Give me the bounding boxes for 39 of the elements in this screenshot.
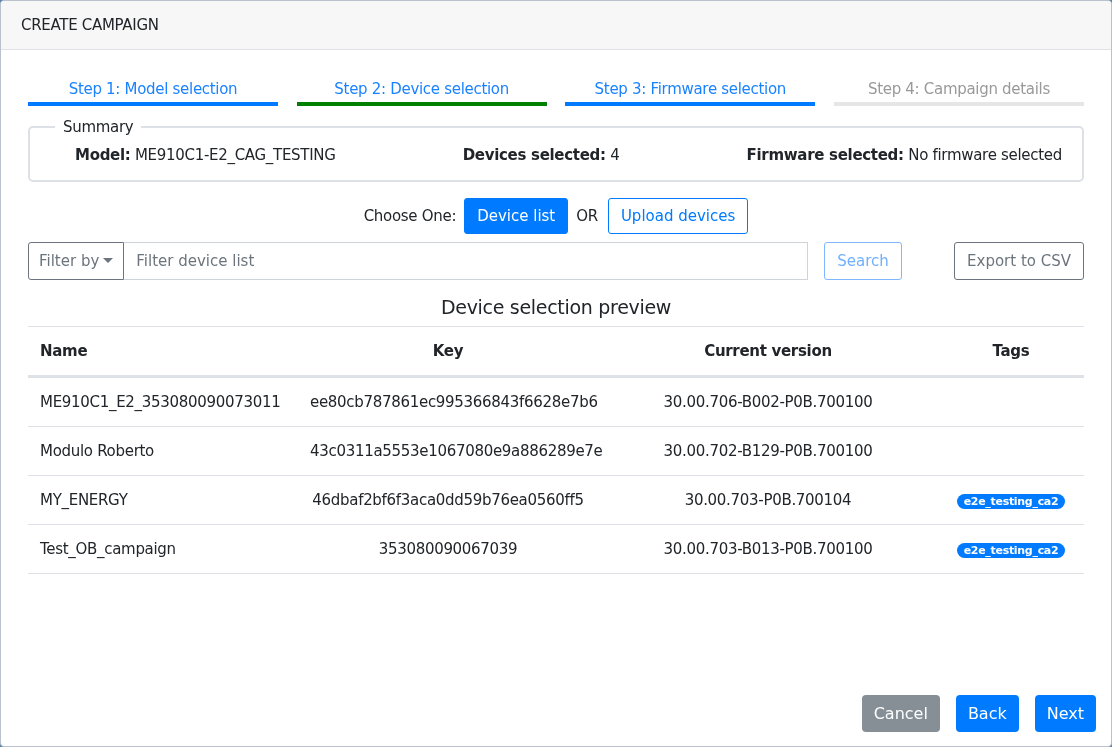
- step-tab[interactable]: Step 1: Model selection: [28, 80, 278, 106]
- device-list-button[interactable]: Device list: [464, 198, 569, 234]
- search-button[interactable]: Search: [824, 242, 902, 280]
- table-cell-text: 30.00.703-B013-P0B.700100: [662, 540, 874, 558]
- step-tab[interactable]: Step 3: Firmware selection: [565, 80, 816, 106]
- table-cell-text: 353080090067039: [377, 540, 519, 558]
- column-header: Key: [431, 342, 465, 360]
- footer-button[interactable]: Cancel: [861, 695, 940, 732]
- table-cell-text: 30.00.703-P0B.700104: [683, 491, 853, 509]
- tag-badge: e2e_testing_ca2: [956, 494, 1066, 509]
- summary-item: Model: ME910C1-E2_CAG_TESTING: [75, 146, 336, 164]
- table-cell-text: Test_OB_campaign: [39, 540, 177, 558]
- table-cell-text: MY_ENERGY: [39, 491, 129, 509]
- table-cell-text: ME910C1_E2_353080090073011: [39, 393, 282, 411]
- summary-legend: Summary: [55, 118, 142, 136]
- table-cell-text: 46dbaf2bf6f3aca0dd59b76ea0560ff5: [311, 491, 585, 509]
- table-cell-text: ee80cb787861ec995366843f6628e7b6: [309, 393, 598, 411]
- summary-item: Firmware selected: No firmware selected: [746, 146, 1062, 164]
- column-header: Tags: [991, 342, 1031, 360]
- tag-badge: e2e_testing_ca2: [956, 543, 1066, 558]
- column-header: Name: [39, 342, 89, 360]
- export-button[interactable]: Export to CSV: [954, 242, 1084, 280]
- table-title: Device selection preview: [439, 296, 673, 318]
- column-header: Current version: [703, 342, 833, 360]
- upload-devices-button[interactable]: Upload devices: [607, 198, 749, 234]
- filter-field[interactable]: Filter device list: [124, 242, 809, 280]
- summary-item: Devices selected: 4: [462, 146, 620, 164]
- step-tab[interactable]: Step 2: Device selection: [296, 80, 547, 106]
- table-cell-text: 30.00.706-B002-P0B.700100: [662, 393, 874, 411]
- choose-label: Choose One:: [363, 207, 457, 225]
- window-title: CREATE CAMPAIGN: [21, 16, 159, 34]
- table-cell-text: Modulo Roberto: [39, 442, 155, 460]
- or-label: OR: [576, 207, 598, 225]
- caret-icon: [103, 258, 114, 264]
- table-cell-text: 30.00.702-B129-P0B.700100: [662, 442, 874, 460]
- step-tab[interactable]: Step 4: Campaign details: [833, 80, 1084, 106]
- footer-button[interactable]: Next: [1034, 695, 1096, 732]
- filter-dropdown[interactable]: Filter by: [28, 242, 125, 280]
- footer-button[interactable]: Back: [955, 695, 1019, 732]
